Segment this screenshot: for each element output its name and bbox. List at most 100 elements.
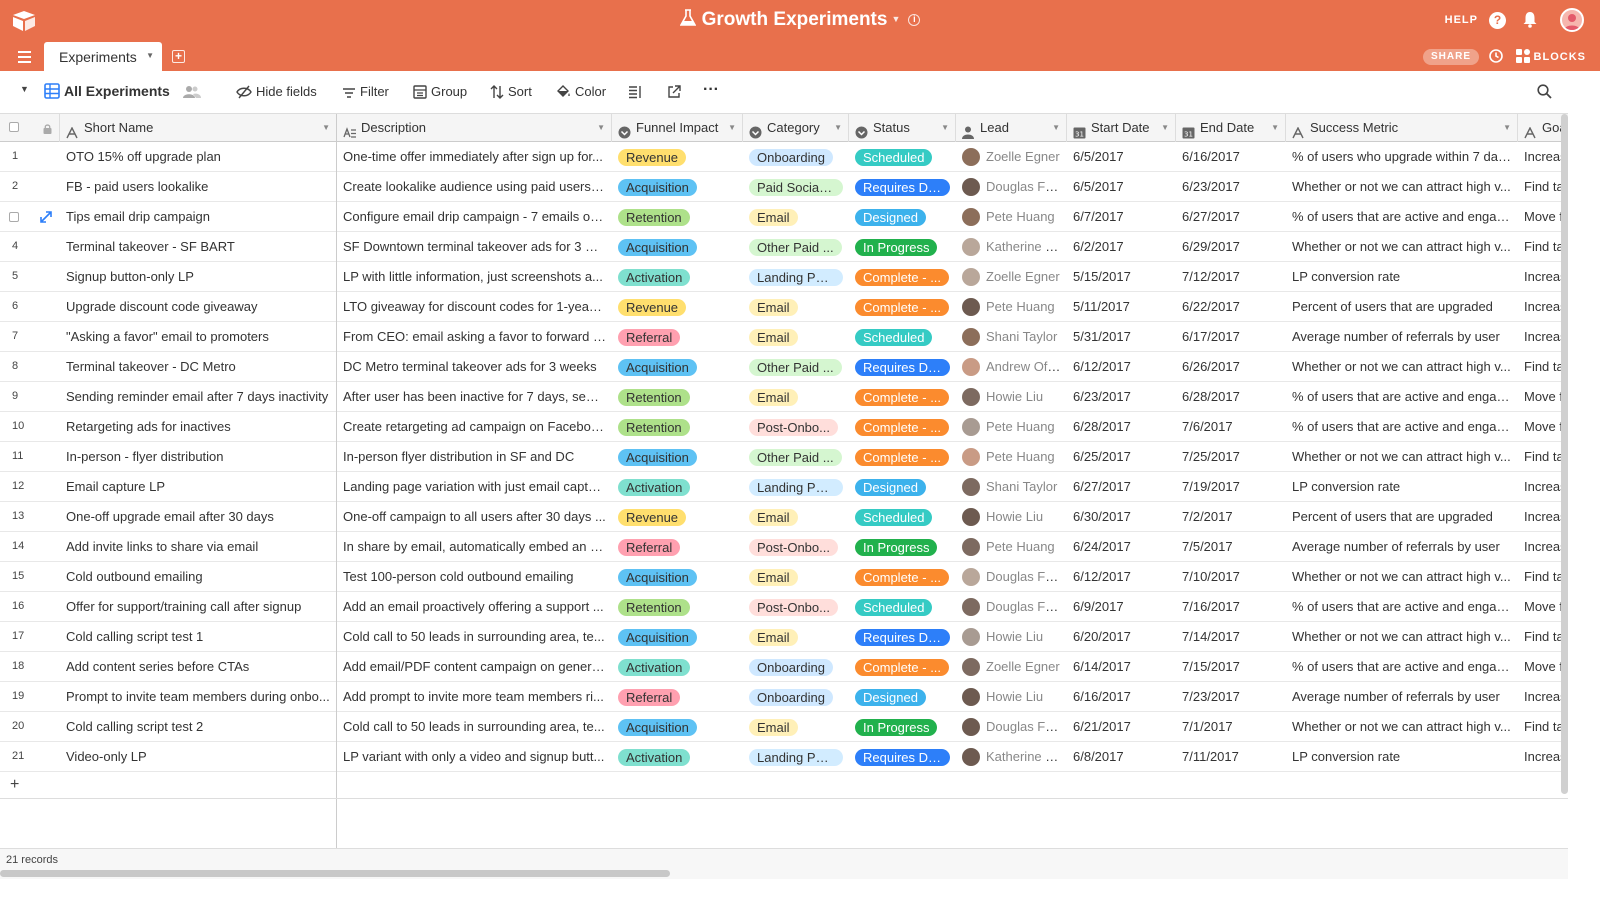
cell-lead[interactable]: Pete Huang bbox=[956, 442, 1067, 472]
add-record-button[interactable]: + bbox=[10, 776, 19, 794]
cell-start-date[interactable]: 5/31/2017 bbox=[1067, 322, 1176, 352]
cell-short-name[interactable]: Add content series before CTAs bbox=[60, 652, 337, 682]
hide-fields-button[interactable]: Hide fields bbox=[236, 84, 317, 99]
cell-description[interactable]: In share by email, automatically embed a… bbox=[337, 532, 612, 562]
cell-funnel-impact[interactable]: Acquisition bbox=[612, 622, 743, 652]
cell-funnel-impact[interactable]: Activation bbox=[612, 652, 743, 682]
cell-success-metric[interactable]: Whether or not we can attract high v... bbox=[1286, 352, 1518, 382]
cell-start-date[interactable]: 6/20/2017 bbox=[1067, 622, 1176, 652]
cell-short-name[interactable]: Terminal takeover - SF BART bbox=[60, 232, 337, 262]
cell-status[interactable]: In Progress bbox=[849, 232, 956, 262]
table-row[interactable]: 9 Sending reminder email after 7 days ina… bbox=[0, 382, 1568, 412]
cell-success-metric[interactable]: LP conversion rate bbox=[1286, 472, 1518, 502]
cell-start-date[interactable]: 6/7/2017 bbox=[1067, 202, 1176, 232]
cell-lead[interactable]: Pete Huang bbox=[956, 532, 1067, 562]
cell-lead[interactable]: Douglas Forste bbox=[956, 562, 1067, 592]
column-header-start-date[interactable]: 31 Start Date ▼ bbox=[1067, 114, 1176, 142]
filter-button[interactable]: Filter bbox=[342, 84, 389, 99]
cell-start-date[interactable]: 6/21/2017 bbox=[1067, 712, 1176, 742]
cell-status[interactable]: Scheduled bbox=[849, 322, 956, 352]
cell-end-date[interactable]: 6/17/2017 bbox=[1176, 322, 1286, 352]
table-row[interactable]: 19 Prompt to invite team members during o… bbox=[0, 682, 1568, 712]
cell-description[interactable]: Add prompt to invite more team members r… bbox=[337, 682, 612, 712]
cell-status[interactable]: Designed bbox=[849, 472, 956, 502]
cell-success-metric[interactable]: Average number of referrals by user bbox=[1286, 682, 1518, 712]
cell-lead[interactable]: Zoelle Egner bbox=[956, 652, 1067, 682]
column-header-lead[interactable]: Lead ▼ bbox=[956, 114, 1067, 142]
cell-category[interactable]: Landing Page bbox=[743, 262, 849, 292]
cell-short-name[interactable]: FB - paid users lookalike bbox=[60, 172, 337, 202]
cell-start-date[interactable]: 6/14/2017 bbox=[1067, 652, 1176, 682]
cell-lead[interactable]: Howie Liu bbox=[956, 682, 1067, 712]
cell-category[interactable]: Email bbox=[743, 382, 849, 412]
cell-category[interactable]: Onboarding bbox=[743, 652, 849, 682]
group-button[interactable]: Group bbox=[413, 84, 467, 99]
cell-status[interactable]: Complete - ... bbox=[849, 382, 956, 412]
cell-lead[interactable]: Pete Huang bbox=[956, 412, 1067, 442]
cell-status[interactable]: Complete - ... bbox=[849, 262, 956, 292]
cell-lead[interactable]: Katherine Duh bbox=[956, 232, 1067, 262]
cell-description[interactable]: LP variant with only a video and signup … bbox=[337, 742, 612, 772]
cell-status[interactable]: Requires De... bbox=[849, 622, 956, 652]
cell-status[interactable]: Complete - ... bbox=[849, 292, 956, 322]
cell-start-date[interactable]: 6/24/2017 bbox=[1067, 532, 1176, 562]
cell-start-date[interactable]: 6/12/2017 bbox=[1067, 352, 1176, 382]
cell-success-metric[interactable]: Whether or not we can attract high v... bbox=[1286, 622, 1518, 652]
cell-short-name[interactable]: Cold calling script test 2 bbox=[60, 712, 337, 742]
cell-short-name[interactable]: Offer for support/training call after si… bbox=[60, 592, 337, 622]
cell-end-date[interactable]: 7/11/2017 bbox=[1176, 742, 1286, 772]
chevron-down-icon[interactable]: ▼ bbox=[1271, 114, 1279, 142]
cell-start-date[interactable]: 6/8/2017 bbox=[1067, 742, 1176, 772]
table-row[interactable]: 2 FB - paid users lookalike Create lookali… bbox=[0, 172, 1568, 202]
cell-end-date[interactable]: 7/2/2017 bbox=[1176, 502, 1286, 532]
cell-description[interactable]: Create lookalike audience using paid use… bbox=[337, 172, 612, 202]
cell-funnel-impact[interactable]: Revenue bbox=[612, 502, 743, 532]
cell-funnel-impact[interactable]: Acquisition bbox=[612, 172, 743, 202]
cell-success-metric[interactable]: Average number of referrals by user bbox=[1286, 322, 1518, 352]
cell-category[interactable]: Landing Page bbox=[743, 472, 849, 502]
cell-end-date[interactable]: 6/27/2017 bbox=[1176, 202, 1286, 232]
cell-status[interactable]: Designed bbox=[849, 202, 956, 232]
share-button[interactable]: SHARE bbox=[1422, 49, 1479, 65]
cell-success-metric[interactable]: % of users that are active and engaged bbox=[1286, 592, 1518, 622]
cell-success-metric[interactable]: Whether or not we can attract high v... bbox=[1286, 562, 1518, 592]
chevron-down-icon[interactable]: ▼ bbox=[1161, 114, 1169, 142]
cell-end-date[interactable]: 7/12/2017 bbox=[1176, 262, 1286, 292]
cell-success-metric[interactable]: % of users that are active and engaged bbox=[1286, 412, 1518, 442]
cell-lead[interactable]: Zoelle Egner bbox=[956, 262, 1067, 292]
table-row[interactable]: 11 In-person - flyer distribution In-perso… bbox=[0, 442, 1568, 472]
table-row[interactable]: 16 Offer for support/training call after … bbox=[0, 592, 1568, 622]
cell-category[interactable]: Onboarding bbox=[743, 682, 849, 712]
view-collapse-icon[interactable]: ▼ bbox=[20, 84, 29, 94]
cell-funnel-impact[interactable]: Acquisition bbox=[612, 562, 743, 592]
cell-status[interactable]: Complete - ... bbox=[849, 652, 956, 682]
notification-bell-icon[interactable] bbox=[1522, 11, 1538, 28]
cell-start-date[interactable]: 6/2/2017 bbox=[1067, 232, 1176, 262]
cell-category[interactable]: Email bbox=[743, 622, 849, 652]
cell-lead[interactable]: Pete Huang bbox=[956, 202, 1067, 232]
cell-end-date[interactable]: 6/16/2017 bbox=[1176, 142, 1286, 172]
cell-status[interactable]: Scheduled bbox=[849, 502, 956, 532]
chevron-down-icon[interactable]: ▼ bbox=[146, 51, 154, 60]
cell-description[interactable]: Cold call to 50 leads in surrounding are… bbox=[337, 622, 612, 652]
table-row[interactable]: 4 Terminal takeover - SF BART SF Downtown … bbox=[0, 232, 1568, 262]
cell-short-name[interactable]: Signup button-only LP bbox=[60, 262, 337, 292]
table-row[interactable]: 8 Terminal takeover - DC Metro DC Metro te… bbox=[0, 352, 1568, 382]
cell-category[interactable]: Post-Onbo... bbox=[743, 412, 849, 442]
table-row[interactable]: 17 Cold calling script test 1 Cold call to… bbox=[0, 622, 1568, 652]
cell-category[interactable]: Paid Social ... bbox=[743, 172, 849, 202]
table-row[interactable]: 12 Email capture LP Landing page variation… bbox=[0, 472, 1568, 502]
column-header-end-date[interactable]: 31 End Date ▼ bbox=[1176, 114, 1286, 142]
table-row[interactable]: 18 Add content series before CTAs Add emai… bbox=[0, 652, 1568, 682]
cell-end-date[interactable]: 7/23/2017 bbox=[1176, 682, 1286, 712]
cell-end-date[interactable]: 6/26/2017 bbox=[1176, 352, 1286, 382]
cell-status[interactable]: Complete - ... bbox=[849, 562, 956, 592]
cell-category[interactable]: Email bbox=[743, 202, 849, 232]
cell-start-date[interactable]: 6/16/2017 bbox=[1067, 682, 1176, 712]
cell-success-metric[interactable]: LP conversion rate bbox=[1286, 742, 1518, 772]
cell-description[interactable]: Create retargeting ad campaign on Facebo… bbox=[337, 412, 612, 442]
cell-funnel-impact[interactable]: Activation bbox=[612, 472, 743, 502]
cell-funnel-impact[interactable]: Activation bbox=[612, 262, 743, 292]
cell-description[interactable]: From CEO: email asking a favor to forwar… bbox=[337, 322, 612, 352]
row-height-icon[interactable] bbox=[628, 85, 642, 99]
